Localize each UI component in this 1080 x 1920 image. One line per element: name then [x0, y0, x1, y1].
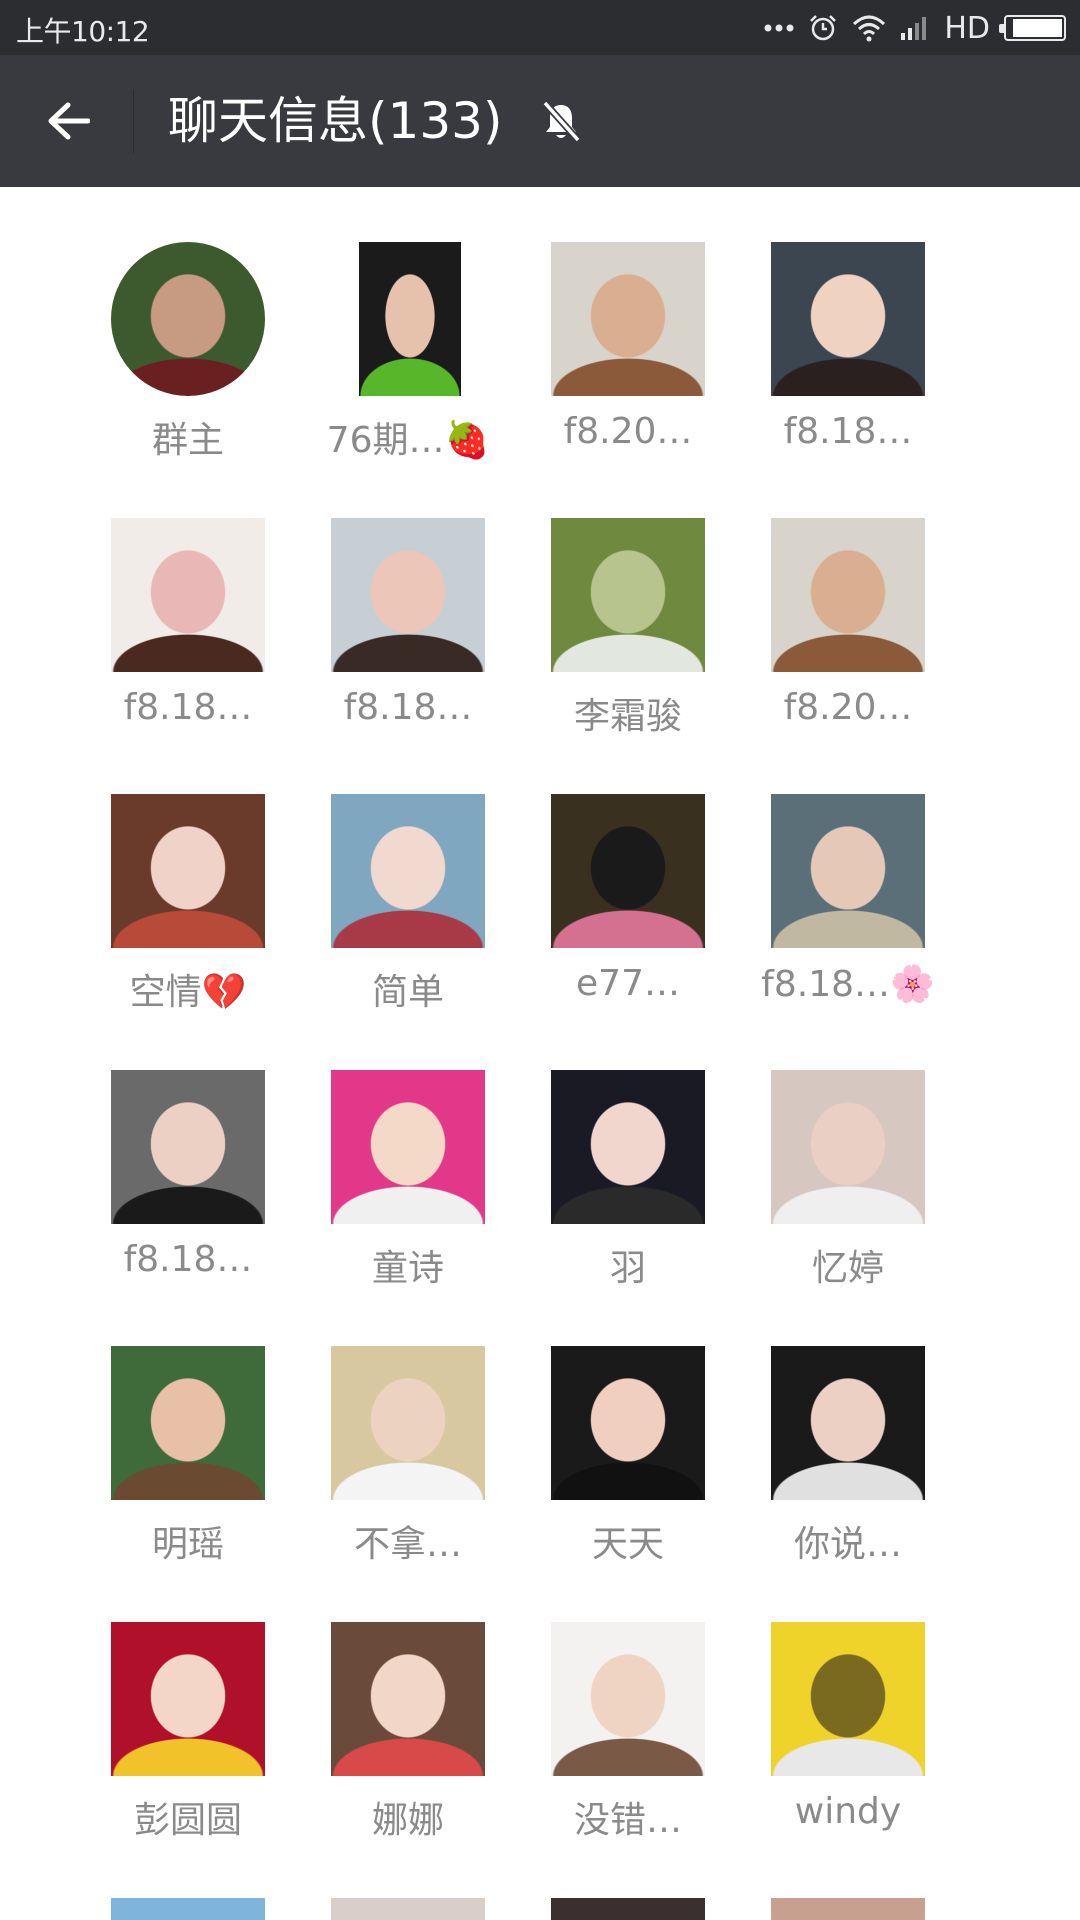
- member-name: f8.20…: [783, 687, 913, 728]
- member-avatar-partial[interactable]: [771, 1898, 925, 1920]
- member-item[interactable]: 忆婷: [748, 1015, 968, 1291]
- member-item[interactable]: f8.18…🌸: [748, 739, 968, 1015]
- member-item[interactable]: 简单: [308, 739, 528, 1015]
- member-name: 童诗: [371, 1248, 444, 1289]
- member-item[interactable]: f8.18…: [88, 1015, 308, 1291]
- member-name: e77…: [576, 963, 680, 1004]
- member-name: 天天: [591, 1524, 664, 1565]
- member-avatar: [771, 1622, 925, 1776]
- member-avatar: [771, 518, 925, 672]
- status-bar: 上午10:12 HD: [0, 0, 1080, 55]
- member-name: f8.20…: [563, 411, 693, 452]
- member-item[interactable]: f8.20…: [528, 187, 748, 463]
- status-icons: HD: [764, 9, 1066, 47]
- member-name: 明瑶: [151, 1524, 224, 1565]
- member-item[interactable]: windy: [748, 1567, 968, 1843]
- battery-level: [1012, 19, 1062, 37]
- member-avatar: [771, 242, 925, 396]
- page-title: 聊天信息(133): [168, 92, 503, 150]
- member-name: 简单: [371, 972, 444, 1013]
- member-item[interactable]: 76期…🍓: [308, 187, 528, 463]
- member-item[interactable]: 娜娜: [308, 1567, 528, 1843]
- member-name: 76期…🍓: [326, 420, 490, 461]
- member-avatar: [331, 518, 485, 672]
- member-item[interactable]: 不拿…: [308, 1291, 528, 1567]
- member-name: 忆婷: [811, 1248, 884, 1289]
- member-name: f8.18…: [343, 687, 473, 728]
- member-item[interactable]: 童诗: [308, 1015, 528, 1291]
- member-item[interactable]: e77…: [528, 739, 748, 1015]
- member-avatar: [771, 794, 925, 948]
- back-button[interactable]: [28, 83, 108, 159]
- member-avatar: [551, 794, 705, 948]
- signal-icon: [901, 17, 927, 40]
- member-item[interactable]: 李霜骏: [528, 463, 748, 739]
- member-avatar-partial[interactable]: [111, 1898, 265, 1920]
- member-name: 你说…: [793, 1524, 902, 1565]
- member-avatar: [331, 1622, 485, 1776]
- member-avatar: [111, 518, 265, 672]
- member-item[interactable]: 群主: [88, 187, 308, 463]
- member-item[interactable]: 彭圆圆: [88, 1567, 308, 1843]
- member-item[interactable]: f8.18…: [308, 463, 528, 739]
- alarm-icon: [810, 15, 837, 41]
- member-avatar: [771, 1070, 925, 1224]
- member-name: f8.18…: [123, 1239, 253, 1280]
- member-item[interactable]: 羽: [528, 1015, 748, 1291]
- member-item[interactable]: f8.18…: [748, 187, 968, 463]
- member-name: 李霜骏: [573, 696, 682, 737]
- member-avatar: [111, 1346, 265, 1500]
- member-avatar: [771, 1346, 925, 1500]
- member-name: 彭圆圆: [133, 1800, 242, 1841]
- member-avatar: [111, 242, 265, 396]
- member-avatar: [359, 242, 461, 396]
- member-item[interactable]: 没错…: [528, 1567, 748, 1843]
- member-name: 没错…: [573, 1800, 682, 1841]
- member-name: windy: [794, 1791, 902, 1832]
- member-avatar: [551, 518, 705, 672]
- member-avatar: [111, 794, 265, 948]
- member-name: 空情💔: [129, 972, 247, 1013]
- member-avatar-partial[interactable]: [551, 1898, 705, 1920]
- title-bar: 聊天信息(133): [0, 55, 1080, 187]
- status-time: 上午10:12: [16, 15, 150, 48]
- member-name: 娜娜: [371, 1800, 444, 1841]
- more-dots-icon: [764, 24, 794, 32]
- wifi-icon: [853, 15, 886, 42]
- member-item[interactable]: 天天: [528, 1291, 748, 1567]
- member-name: f8.18…🌸: [761, 964, 935, 1005]
- member-avatar: [331, 1070, 485, 1224]
- member-name: 不拿…: [353, 1524, 462, 1565]
- member-avatar: [551, 1346, 705, 1500]
- member-name: f8.18…: [123, 687, 253, 728]
- member-item[interactable]: 空情💔: [88, 739, 308, 1015]
- member-item[interactable]: 明瑶: [88, 1291, 308, 1567]
- title-divider: [133, 89, 134, 153]
- member-item[interactable]: f8.18…: [88, 463, 308, 739]
- member-avatar: [111, 1622, 265, 1776]
- member-avatar-partial[interactable]: [331, 1898, 485, 1920]
- member-name: 群主: [151, 420, 224, 461]
- network-label: HD: [944, 10, 990, 46]
- member-grid: 群主 76期…🍓 f8.20… f8.18… f8.18… f8.18… 李霜骏 f8.20……: [0, 187, 1080, 1920]
- member-item[interactable]: f8.20…: [748, 463, 968, 739]
- member-name: 羽: [609, 1248, 646, 1289]
- member-avatar: [111, 1070, 265, 1224]
- battery-icon: [999, 15, 1066, 41]
- member-avatar: [331, 1346, 485, 1500]
- arrow-left-icon: [48, 102, 90, 140]
- member-name: f8.18…: [783, 411, 913, 452]
- member-item[interactable]: 你说…: [748, 1291, 968, 1567]
- member-avatar: [331, 794, 485, 948]
- member-avatar: [551, 1622, 705, 1776]
- member-avatar: [551, 242, 705, 396]
- member-avatar: [551, 1070, 705, 1224]
- bell-off-icon: [542, 100, 581, 143]
